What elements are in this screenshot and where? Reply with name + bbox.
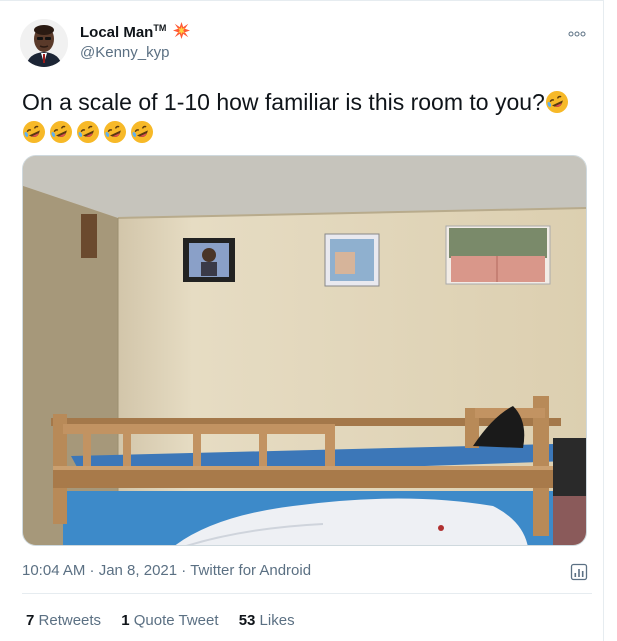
quotes-label: Quote Tweet	[133, 612, 219, 629]
tweet-source[interactable]: Twitter for Android	[190, 562, 311, 579]
rolling-laughing-emoji-icon	[104, 121, 126, 143]
more-dots-icon[interactable]	[568, 29, 586, 39]
likes-label: Likes	[259, 612, 295, 629]
tweet-text: On a scale of 1-10 how familiar is this …	[22, 87, 587, 147]
rolling-laughing-emoji-icon	[131, 121, 153, 143]
trademark-mark: TM	[153, 23, 167, 33]
analytics-icon[interactable]	[570, 563, 588, 581]
meta-separator: ·	[181, 562, 187, 579]
rolling-laughing-emoji-icon	[545, 91, 568, 113]
retweets-label: Retweets	[38, 612, 102, 629]
author-handle[interactable]: @Kenny_kyp	[80, 44, 169, 61]
tweet-text-body: On a scale of 1-10 how familiar is this …	[22, 89, 545, 115]
quotes-count: 1	[121, 612, 130, 629]
likes-count: 53	[238, 612, 256, 629]
quotes-stat[interactable]: 1 Quote Tweet	[121, 612, 218, 629]
tweet-meta: 10:04 AM · Jan 8, 2021 · Twitter for And…	[22, 562, 311, 579]
likes-stat[interactable]: 53 Likes	[239, 612, 295, 629]
rolling-laughing-emoji-icon	[23, 121, 45, 143]
rolling-laughing-emoji-icon	[77, 121, 99, 143]
tweet-card: Local ManTM @Kenny_kyp On a scale of 1-1…	[0, 0, 604, 641]
explosion-icon	[172, 22, 190, 39]
author-avatar[interactable]	[20, 19, 68, 67]
tweet-timestamp[interactable]: 10:04 AM · Jan 8, 2021	[22, 562, 177, 579]
rolling-laughing-emoji-icon	[50, 121, 72, 143]
author-name[interactable]: Local ManTM	[80, 22, 190, 41]
avatar-image	[20, 19, 68, 67]
bedroom-photo	[23, 156, 586, 545]
tweet-photo[interactable]	[22, 155, 587, 546]
author-name-text: Local Man	[80, 24, 154, 41]
tweet-stats: 7 Retweets 1 Quote Tweet 53 Likes	[26, 612, 311, 629]
retweets-stat[interactable]: 7 Retweets	[26, 612, 101, 629]
divider-top	[22, 593, 592, 594]
retweets-count: 7	[26, 612, 35, 629]
